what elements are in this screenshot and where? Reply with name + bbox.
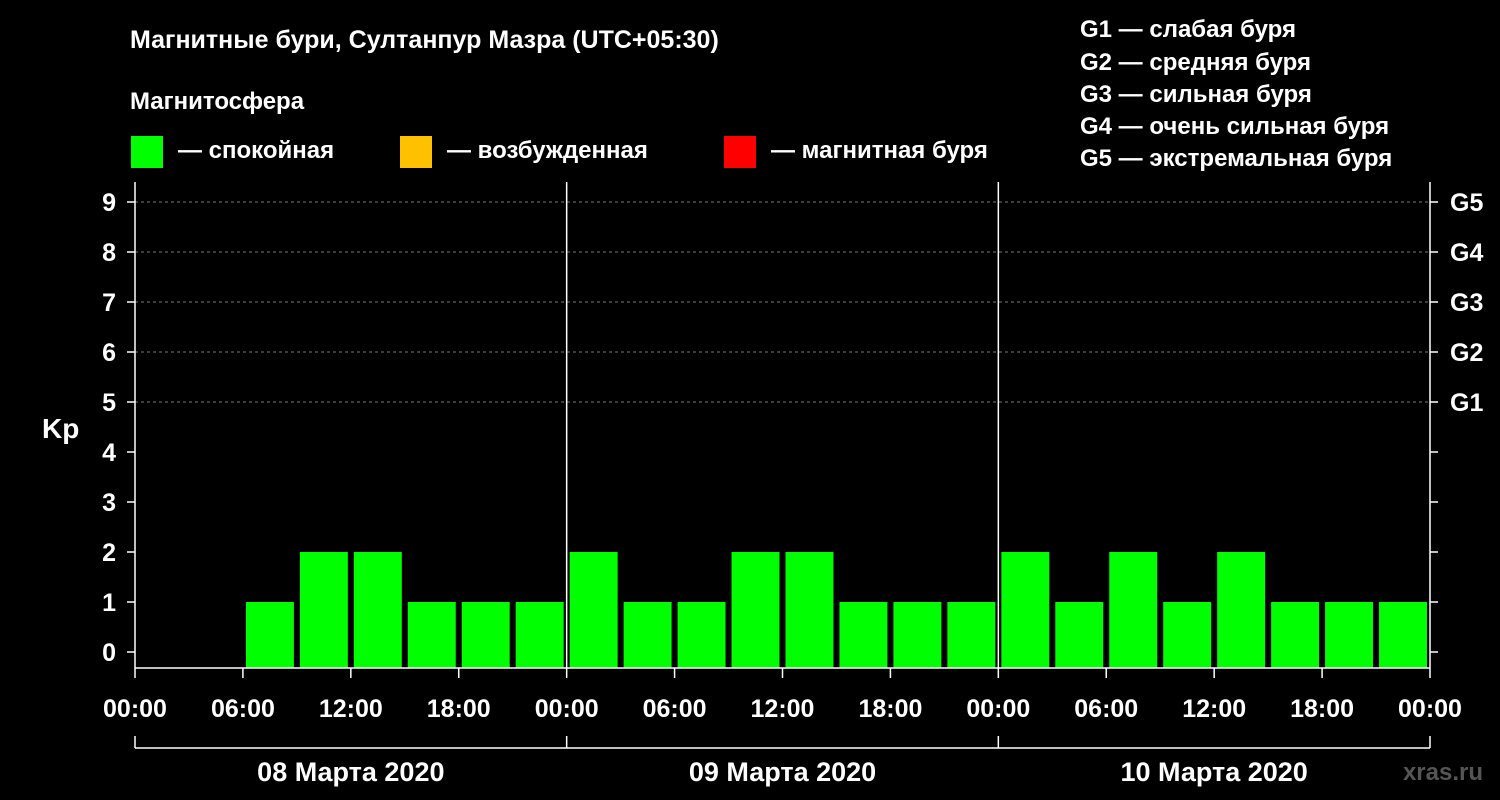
kp-bar	[407, 602, 456, 668]
kp-bar	[839, 602, 888, 668]
y-axis-label: Kp	[42, 413, 79, 444]
g-scale-g4: G4 — очень сильная буря	[1080, 113, 1389, 140]
x-tick-label: 06:00	[211, 695, 275, 723]
day-label: 08 Марта 2020	[257, 757, 444, 787]
x-tick-label: 12:00	[751, 695, 815, 723]
right-tick-label-g4: G4	[1450, 239, 1483, 267]
legend-swatch-quiet	[131, 136, 163, 168]
y-tick-label: 2	[102, 539, 116, 567]
kp-chart: Магнитные бури, Султанпур Мазра (UTC+05:…	[42, 16, 1483, 787]
x-tick-label: 00:00	[1398, 695, 1462, 723]
kp-bar	[1001, 552, 1050, 668]
kp-bar	[893, 602, 942, 668]
x-tick-label: 18:00	[858, 695, 922, 723]
kp-bar	[461, 602, 510, 668]
legend-swatch-active	[400, 136, 432, 168]
x-tick-label: 00:00	[535, 695, 599, 723]
kp-bar	[1055, 602, 1104, 668]
right-tick-label-g5: G5	[1450, 189, 1483, 217]
kp-bar	[785, 552, 834, 668]
g-scale-g1: G1 — слабая буря	[1080, 16, 1296, 43]
g-scale-g3: G3 — сильная буря	[1080, 81, 1312, 108]
y-tick-label: 3	[102, 489, 116, 517]
kp-bar	[299, 552, 348, 668]
right-tick-label-g2: G2	[1450, 339, 1483, 367]
y-tick-label: 4	[102, 439, 116, 467]
kp-bar	[1271, 602, 1320, 668]
x-tick-label: 06:00	[1074, 695, 1138, 723]
kp-bar	[731, 552, 780, 668]
g-scale-g2: G2 — средняя буря	[1080, 49, 1311, 76]
x-tick-label: 00:00	[966, 695, 1030, 723]
kp-bar	[353, 552, 402, 668]
legend-title: Магнитосфера	[130, 88, 305, 115]
kp-bar	[1109, 552, 1158, 668]
y-tick-label: 1	[102, 589, 116, 617]
legend-label-quiet: — спокойная	[178, 137, 334, 164]
kp-bar	[677, 602, 726, 668]
watermark: xras.ru	[1403, 759, 1483, 786]
x-tick-label: 06:00	[643, 695, 707, 723]
x-tick-label: 18:00	[1290, 695, 1354, 723]
legend-label-active: — возбужденная	[447, 137, 648, 164]
kp-bar	[245, 602, 294, 668]
x-tick-label: 12:00	[1182, 695, 1246, 723]
y-tick-label: 7	[102, 289, 116, 317]
kp-bar	[1163, 602, 1212, 668]
g-scale-g5: G5 — экстремальная буря	[1080, 145, 1392, 172]
y-tick-label: 9	[102, 189, 116, 217]
y-tick-label: 5	[102, 389, 116, 417]
kp-bar	[947, 602, 996, 668]
kp-bar	[1217, 552, 1266, 668]
day-label: 09 Марта 2020	[689, 757, 876, 787]
kp-bar	[515, 602, 564, 668]
x-tick-label: 00:00	[103, 695, 167, 723]
y-tick-label: 6	[102, 339, 116, 367]
y-tick-label: 8	[102, 239, 116, 267]
x-tick-label: 18:00	[427, 695, 491, 723]
right-tick-label-g1: G1	[1450, 389, 1483, 417]
x-tick-label: 12:00	[319, 695, 383, 723]
kp-bar	[569, 552, 618, 668]
chart-title: Магнитные бури, Султанпур Мазра (UTC+05:…	[130, 26, 719, 54]
legend-swatch-storm	[724, 136, 756, 168]
kp-bar	[1379, 602, 1427, 668]
kp-bar	[623, 602, 672, 668]
kp-bar	[1325, 602, 1374, 668]
right-tick-label-g3: G3	[1450, 289, 1483, 317]
day-label: 10 Марта 2020	[1121, 757, 1308, 787]
legend-label-storm: — магнитная буря	[771, 137, 988, 164]
y-tick-label: 0	[102, 639, 116, 667]
